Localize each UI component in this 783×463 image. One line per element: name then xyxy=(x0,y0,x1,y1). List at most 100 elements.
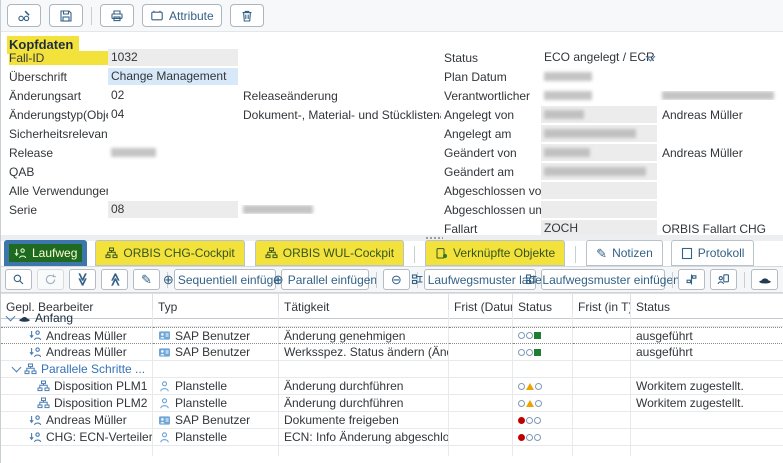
ueberschrift-field[interactable]: Change Management xyxy=(108,68,238,85)
geaendert-von-desc: Andreas Müller xyxy=(662,145,743,160)
collapse-all-button[interactable]: ≫ xyxy=(101,269,128,290)
header-form-right: Status ECO angelegt / ECR genel Plan Dat… xyxy=(444,48,782,238)
status-dropdown[interactable]: ECO angelegt / ECR genel xyxy=(541,49,657,66)
redacted-value xyxy=(111,148,156,157)
start-workflow-button[interactable] xyxy=(751,269,779,290)
status-lights[interactable] xyxy=(513,344,573,361)
status-circle-icon xyxy=(535,399,542,407)
status-circle-icon xyxy=(518,399,525,407)
search-icon xyxy=(12,273,25,286)
status-circle-icon xyxy=(526,416,533,424)
fall-id-field[interactable]: 1032 xyxy=(108,49,238,66)
print-button[interactable] xyxy=(100,4,134,27)
alle-verwendungen-field[interactable] xyxy=(108,182,238,199)
distribute-button[interactable] xyxy=(678,269,706,290)
table-row[interactable]: Parallele Schritte ... xyxy=(1,361,153,378)
sicherheitsrelevant-label: Sicherheitsrelevant xyxy=(9,126,108,141)
toolbar-separator xyxy=(91,6,92,25)
sap-change-management-window: Attribute Kopfdaten Fall-ID 1032 Übersch… xyxy=(0,0,783,463)
refresh-button[interactable] xyxy=(37,269,64,290)
status-label: Status xyxy=(444,50,479,65)
tab-verknuepfte-objekte[interactable]: Verknüpfte Objekte xyxy=(425,240,566,266)
abgeschlossen-von-field[interactable] xyxy=(541,182,657,199)
aenderungsart-field[interactable]: 02 xyxy=(108,87,238,104)
abgeschlossen-um-field[interactable] xyxy=(541,201,657,218)
table-row[interactable]: CHG: ECN-Verteiler xyxy=(1,429,153,446)
table-row[interactable]: Andreas Müller xyxy=(1,344,153,361)
person-icon xyxy=(158,431,171,444)
release-field[interactable] xyxy=(108,144,238,161)
pattern-icon xyxy=(525,273,538,286)
qab-field[interactable] xyxy=(108,163,238,180)
aenderungstyp-field[interactable]: 04 xyxy=(108,106,238,123)
angelegt-von-field[interactable] xyxy=(541,106,657,123)
status-lights[interactable] xyxy=(513,412,573,429)
pattern-insert-button[interactable]: Laufwegsmuster einfügen xyxy=(526,269,680,290)
pattern-icon xyxy=(411,273,424,286)
workflow-step-icon xyxy=(29,329,42,342)
status-lights[interactable] xyxy=(513,378,573,395)
verantwortlicher-field[interactable] xyxy=(541,87,657,104)
document-icon xyxy=(681,247,693,260)
qab-label: QAB xyxy=(9,164,35,179)
table-row[interactable]: Andreas Müller xyxy=(1,412,153,429)
tab-laufweg[interactable]: Laufweg xyxy=(4,240,88,266)
tab-orbis-wul-cockpit[interactable]: ORBIS WUL-Cockpit xyxy=(254,240,405,266)
minus-circle-icon: ⊖ xyxy=(390,272,402,287)
tab-notizen[interactable]: ✎ Notizen xyxy=(586,240,663,266)
remove-step-button[interactable]: ⊖ xyxy=(382,269,410,290)
save-button[interactable] xyxy=(49,4,83,27)
tab-protokoll[interactable]: Protokoll xyxy=(670,240,755,266)
workflow-step-icon xyxy=(29,414,42,427)
parallel-insert-button[interactable]: ⊕ Parallel einfügen xyxy=(273,269,377,290)
pattern-load-button[interactable]: Laufwegsmuster laden xyxy=(411,269,548,290)
parallel-steps-icon xyxy=(37,397,50,410)
tab-orbis-chg-cockpit[interactable]: ORBIS CHG-Cockpit xyxy=(95,240,245,266)
status-circle-icon xyxy=(534,433,541,441)
table-row[interactable]: Disposition PLM2 xyxy=(1,395,153,412)
toolbar-separator xyxy=(376,271,377,288)
table-row[interactable]: Disposition PLM1 xyxy=(1,378,153,395)
expand-all-button[interactable]: ≫ xyxy=(69,269,96,290)
refresh-icon xyxy=(44,273,57,286)
tab-label: Verknüpfte Objekte xyxy=(453,246,556,260)
geaendert-am-field[interactable] xyxy=(541,163,657,180)
aenderungsart-label: Änderungsart xyxy=(9,88,82,103)
workflow-step-icon xyxy=(29,431,42,444)
search-button[interactable] xyxy=(5,269,32,290)
sicherheitsrelevant-field[interactable] xyxy=(108,125,238,142)
status-lights[interactable] xyxy=(513,429,573,446)
serie-field[interactable]: 08 xyxy=(108,201,238,218)
status-lights[interactable] xyxy=(513,327,573,344)
angelegt-am-field[interactable] xyxy=(541,125,657,142)
table-row[interactable]: Andreas Müller xyxy=(1,327,153,344)
laufweg-table: Gepl. Bearbeiter Typ Tätigkeit Frist (Da… xyxy=(1,293,783,463)
sap-user-icon xyxy=(158,414,171,427)
status-circle-icon xyxy=(526,433,533,441)
plan-datum-field[interactable] xyxy=(541,68,657,85)
redacted-value xyxy=(544,91,592,100)
attribute-button[interactable]: Attribute xyxy=(142,4,222,27)
status-lights[interactable] xyxy=(513,395,573,412)
status-dot-icon xyxy=(518,433,525,441)
expander-chevron-icon[interactable] xyxy=(5,311,16,322)
expander-chevron-icon[interactable] xyxy=(11,362,22,373)
start-hat-icon xyxy=(758,274,772,286)
start-hat-icon xyxy=(18,313,31,324)
save-icon xyxy=(59,9,73,23)
redacted-desc xyxy=(662,91,774,100)
table-row[interactable]: Anfang xyxy=(1,310,153,327)
edit-note-button[interactable]: ✎ xyxy=(133,269,160,290)
delete-button[interactable] xyxy=(229,4,264,27)
header-form-left: Fall-ID 1032 Überschrift Change Manageme… xyxy=(9,48,441,219)
sequential-insert-button[interactable]: ⊕ Sequentiell einfügen xyxy=(163,269,287,290)
geaendert-am-label: Geändert am xyxy=(444,164,515,179)
status-square-icon xyxy=(534,348,541,356)
tab-strip: Laufweg ORBIS CHG-Cockpit ORBIS WUL-Cock… xyxy=(1,240,783,267)
angelegt-am-label: Angelegt am xyxy=(444,126,512,141)
geaendert-von-field[interactable] xyxy=(541,144,657,161)
agent-button[interactable] xyxy=(710,269,738,290)
status-dot-icon xyxy=(518,416,525,424)
display-change-button[interactable] xyxy=(7,4,41,27)
status-circle-icon xyxy=(526,348,533,356)
